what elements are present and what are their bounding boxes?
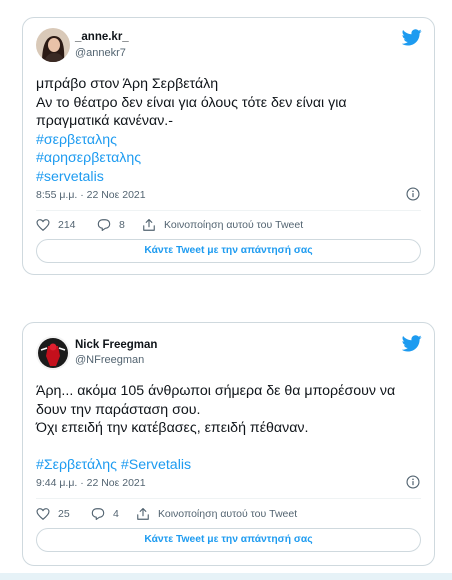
tweet-text: Άρη... ακόμα 105 άνθρωποι σήμερα δε θα μ… [36,382,422,475]
reply-bubble-icon [97,219,111,231]
handle[interactable]: @NFreegman [75,354,144,366]
tweet-card: _anne.kr_ @annekr7 μπράβο στον Άρη Σερβε… [22,17,435,275]
tweet-line: Άρη... ακόμα 105 άνθρωποι σήμερα δε θα μ… [36,383,396,399]
reply-count: 8 [119,219,125,231]
avatar[interactable] [36,28,70,62]
reply-bubble-icon [91,508,105,520]
tweet-text: μπράβο στον Άρη Σερβετάλη Αν το θέατρο δ… [36,75,422,186]
hashtag-link[interactable]: #Σερβετάλης #Servetalis [36,456,422,475]
display-name[interactable]: _anne.kr_ [75,31,129,43]
hashtag-link[interactable]: #servetalis [36,168,422,187]
tweet-line: μπράβο στον Άρη Σερβετάλη [36,76,219,92]
timestamp[interactable]: 8:55 μ.μ. · 22 Νοε 2021 [36,189,146,201]
share-action[interactable]: Κοινοποίηση αυτού του Tweet [136,507,297,521]
twitter-bird-icon[interactable] [402,29,422,46]
reply-action[interactable]: 8 [97,218,125,232]
twitter-bird-icon[interactable] [402,335,422,352]
share-label: Κοινοποίηση αυτού του Tweet [158,508,298,520]
avatar[interactable] [36,336,70,370]
display-name[interactable]: Nick Freegman [75,339,157,351]
page-bottom-strip [0,573,452,580]
like-action[interactable]: 25 [36,507,70,521]
share-action[interactable]: Κοινοποίηση αυτού του Tweet [142,218,303,232]
like-count: 25 [58,508,70,520]
reply-action[interactable]: 4 [91,507,119,521]
divider [36,210,421,211]
divider [36,498,421,499]
tweet-line [36,438,422,457]
heart-icon [36,219,50,231]
tweet-line: Αν το θέατρο δεν είναι για όλους τότε δε… [36,94,347,111]
reply-tweet-button[interactable]: Κάντε Tweet με την απάντησή σας [36,239,421,263]
tweet-card: Nick Freegman @NFreegman Άρη... ακόμα 10… [22,322,435,566]
hashtag-link[interactable]: #σερβεταλης [36,131,422,150]
like-action[interactable]: 214 [36,218,76,232]
like-count: 214 [58,219,76,231]
share-icon [137,508,149,520]
reply-count: 4 [113,508,119,520]
tweet-line: πραγματικά κανέναν.- [36,113,173,129]
reply-tweet-button[interactable]: Κάντε Tweet με την απάντησή σας [36,528,421,552]
tweet-line: δουν την παράσταση σου. [36,401,201,418]
heart-icon [36,508,50,520]
hashtag-link[interactable]: #αρησερβεταλης [36,149,422,168]
handle[interactable]: @annekr7 [75,47,126,59]
share-label: Κοινοποίηση αυτού του Tweet [164,219,304,231]
info-icon[interactable] [406,475,420,489]
tweet-line: Όχι επειδή την κατέβασες, επειδή πέθαναν… [36,420,309,436]
timestamp[interactable]: 9:44 μ.μ. · 22 Νοε 2021 [36,477,146,489]
info-icon[interactable] [406,187,420,201]
share-icon [143,219,155,231]
